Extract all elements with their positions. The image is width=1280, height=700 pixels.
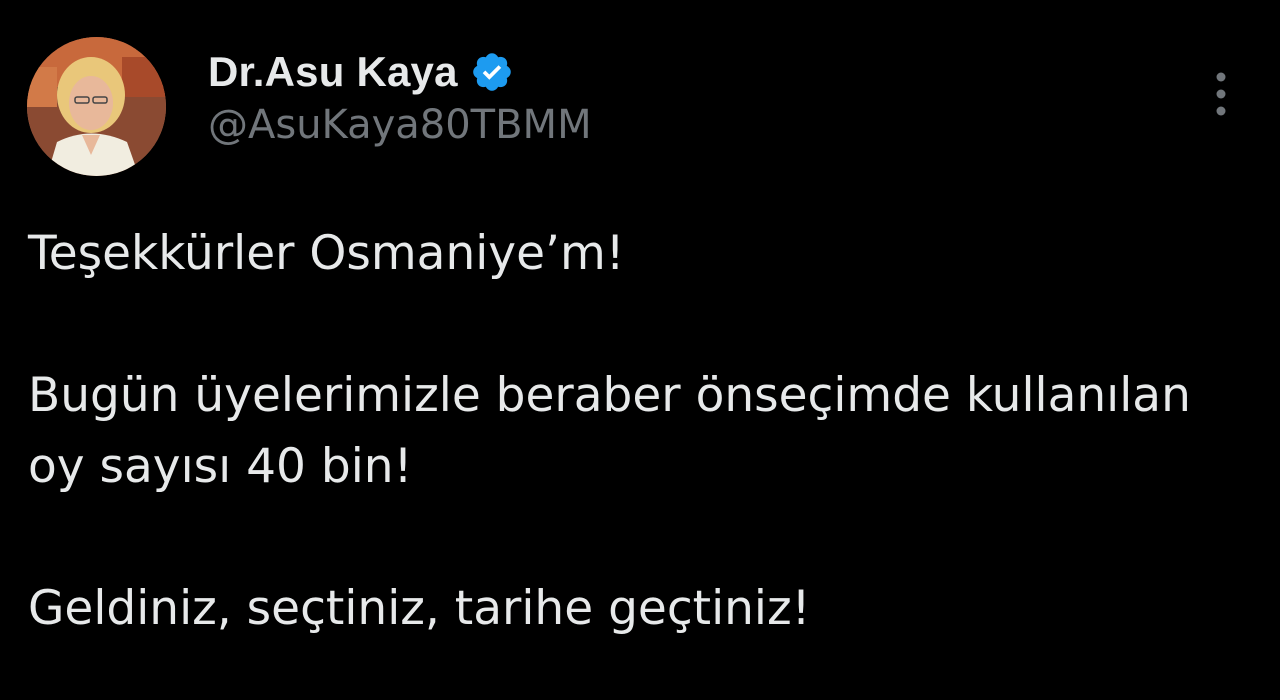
more-vertical-icon	[1216, 72, 1226, 116]
verified-badge-icon	[472, 53, 511, 91]
author-handle[interactable]: @AsuKaya80TBMM	[208, 102, 592, 148]
more-options-button[interactable]	[1200, 70, 1242, 118]
tweet-text: Teşekkürler Osmaniye’m! Bugün üyelerimiz…	[28, 218, 1258, 644]
tweet-card: Dr.Asu Kaya @AsuKaya80TBMM Teşekkürler O…	[0, 0, 1280, 700]
name-row: Dr.Asu Kaya	[208, 48, 592, 96]
tweet-paragraph: Teşekkürler Osmaniye’m!	[28, 226, 625, 281]
avatar[interactable]	[27, 37, 166, 176]
avatar-image	[27, 37, 166, 176]
tweet-paragraph: Geldiniz, seçtiniz, tarihe geçtiniz!	[28, 581, 811, 636]
tweet-paragraph: Bugün üyelerimizle beraber önseçimde kul…	[28, 368, 1191, 494]
author-display-name[interactable]: Dr.Asu Kaya	[208, 48, 458, 96]
tweet-author: Dr.Asu Kaya @AsuKaya80TBMM	[208, 48, 592, 148]
